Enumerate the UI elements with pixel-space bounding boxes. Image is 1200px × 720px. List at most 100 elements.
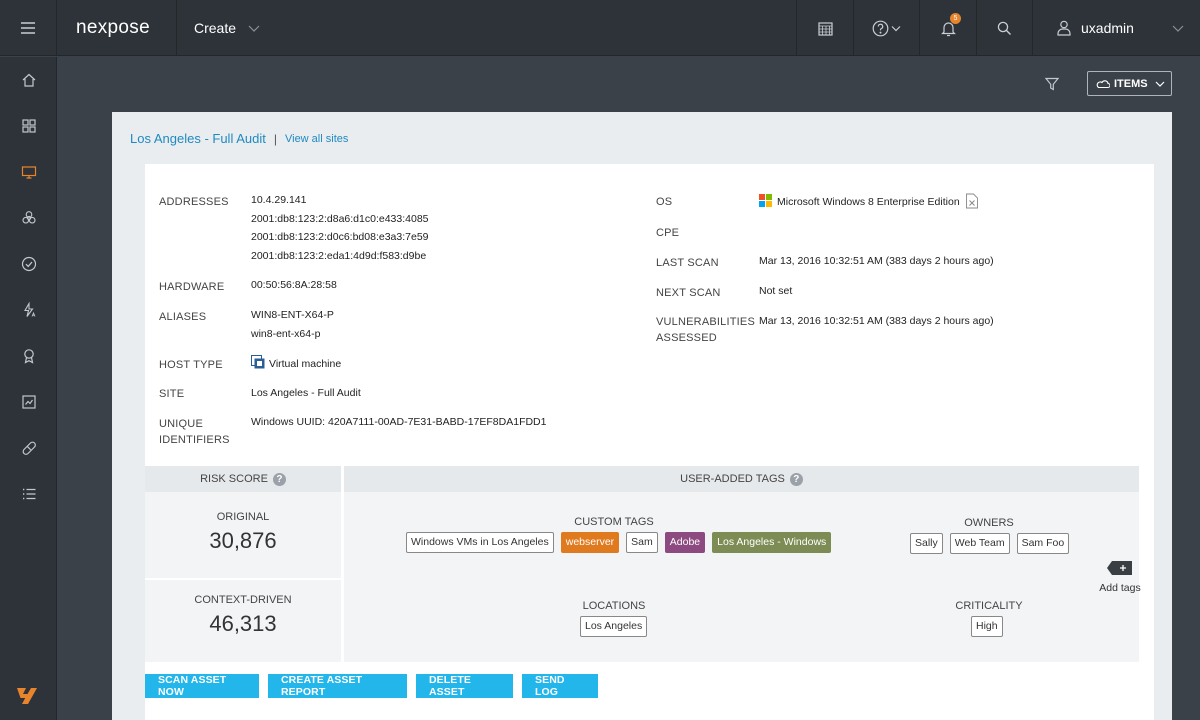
send-log-button[interactable]: SEND LOG: [522, 674, 598, 698]
help-icon[interactable]: ?: [790, 473, 803, 486]
asset-details-card: ADDRESSES 10.4.29.141 2001:db8:123:2:d8a…: [145, 164, 1154, 720]
breadcrumb-separator: |: [274, 132, 277, 146]
owner-tag[interactable]: Sam Foo: [1017, 533, 1070, 554]
sidebar-item-reports[interactable]: [0, 382, 57, 422]
tag-item[interactable]: Los Angeles - Windows: [712, 532, 831, 553]
aliases-value: WIN8-ENT-X64-P win8-ent-x64-p: [251, 306, 334, 343]
breadcrumb-site-link[interactable]: Los Angeles - Full Audit: [130, 131, 266, 146]
tag-item[interactable]: Windows VMs in Los Angeles: [406, 532, 554, 553]
username: uxadmin: [1081, 20, 1134, 36]
vulnerabilities-assessed-value: Mar 13, 2016 10:32:51 AM (383 days 2 hou…: [759, 312, 994, 331]
cpe-label: CPE: [656, 225, 679, 241]
hardware-label: HARDWARE: [159, 279, 224, 295]
unique-identifiers-value: Windows UUID: 420A7111-00AD-7E31-BABD-17…: [251, 413, 546, 432]
vuln-label-line: ASSESSED: [656, 330, 755, 346]
home-icon: [21, 72, 37, 88]
items-label: ITEMS: [1114, 78, 1148, 90]
os-value: Microsoft Windows 8 Enterprise Edition: [759, 193, 979, 212]
app-logo[interactable]: nexpose: [76, 17, 150, 39]
list-icon: [21, 486, 37, 502]
next-scan-value: Not set: [759, 282, 792, 301]
help-menu[interactable]: [853, 0, 919, 56]
host-type-value: Virtual machine: [251, 355, 341, 374]
location-tag[interactable]: Los Angeles: [580, 616, 647, 637]
sidebar-item-goals[interactable]: [0, 336, 57, 376]
original-risk-score: 30,876: [145, 528, 341, 554]
chevron-down-icon: [1155, 81, 1165, 87]
menu-button[interactable]: [0, 0, 57, 56]
tag-item[interactable]: Sam: [626, 532, 658, 553]
owners-label: OWNERS: [934, 517, 1044, 529]
addresses-label: ADDRESSES: [159, 194, 229, 210]
risk-and-tags-grid: RISK SCORE ? ORIGINAL 30,876 CONTEXT-DRI…: [145, 466, 1139, 662]
address-item: 2001:db8:123:2:eda1:4d9d:f583:d9be: [251, 247, 429, 266]
sidebar-item-home[interactable]: [0, 60, 57, 100]
calendar-button[interactable]: [796, 0, 853, 56]
tag-item[interactable]: webserver: [561, 532, 619, 553]
context-risk-score: 46,313: [145, 611, 341, 637]
user-tags-heading: USER-ADDED TAGS: [680, 473, 785, 485]
criticality-list: High: [971, 616, 1003, 637]
hamburger-icon: [20, 21, 36, 35]
chevron-down-icon: [891, 25, 901, 32]
last-scan-value: Mar 13, 2016 10:32:51 AM (383 days 2 hou…: [759, 252, 994, 271]
unique-label-line: IDENTIFIERS: [159, 432, 230, 448]
monitor-icon: [21, 164, 37, 180]
site-label: SITE: [159, 386, 184, 402]
sidebar-item-assets[interactable]: [0, 152, 57, 192]
create-label: Create: [194, 20, 236, 36]
notification-badge: 5: [950, 13, 961, 24]
create-menu[interactable]: Create: [176, 0, 276, 56]
alias-item: win8-ent-x64-p: [251, 325, 334, 344]
custom-tags-list: Windows VMs in Los Angeles webserver Sam…: [406, 532, 831, 553]
address-item: 2001:db8:123:2:d0c6:bd08:e3a3:7e59: [251, 228, 429, 247]
owners-list: Sally Web Team Sam Foo: [910, 533, 1069, 554]
risk-score-section: RISK SCORE ? ORIGINAL 30,876 CONTEXT-DRI…: [145, 466, 341, 662]
next-scan-label: NEXT SCAN: [656, 285, 721, 301]
sidebar-item-dashboard[interactable]: [0, 106, 57, 146]
user-tags-section: USER-ADDED TAGS ? CUSTOM TAGS Windows VM…: [344, 466, 1139, 662]
view-all-sites-link[interactable]: View all sites: [285, 133, 348, 145]
host-type-label: HOST TYPE: [159, 357, 223, 373]
owner-tag[interactable]: Web Team: [950, 533, 1010, 554]
notifications-button[interactable]: 5: [919, 0, 976, 56]
unique-identifiers-label: UNIQUE IDENTIFIERS: [159, 416, 230, 448]
filter-icon[interactable]: [1044, 76, 1060, 92]
tag-item[interactable]: Adobe: [665, 532, 705, 553]
calendar-icon: [818, 21, 833, 36]
locations-label: LOCATIONS: [544, 600, 684, 612]
asset-panel: Los Angeles - Full Audit | View all site…: [112, 112, 1172, 720]
asset-actions: SCAN ASSET NOW CREATE ASSET REPORT DELET…: [145, 674, 598, 698]
locations-list: Los Angeles: [580, 616, 647, 637]
sidebar-item-tickets[interactable]: [0, 428, 57, 468]
help-icon[interactable]: ?: [273, 473, 286, 486]
dashboard-icon: [21, 118, 37, 134]
owner-tag[interactable]: Sally: [910, 533, 943, 554]
host-type-text: Virtual machine: [269, 358, 341, 370]
delete-asset-button[interactable]: DELETE ASSET: [416, 674, 513, 698]
user-icon: [1057, 20, 1071, 36]
pill-icon: [21, 440, 37, 456]
criticality-tag[interactable]: High: [971, 616, 1003, 637]
items-dropdown[interactable]: ITEMS: [1087, 71, 1172, 96]
context-risk-label: CONTEXT-DRIVEN: [145, 594, 341, 606]
search-button[interactable]: [976, 0, 1032, 56]
remove-fingerprint-icon[interactable]: [965, 193, 979, 209]
create-asset-report-button[interactable]: CREATE ASSET REPORT: [268, 674, 407, 698]
sidebar-item-automation[interactable]: [0, 290, 57, 330]
vulnerabilities-assessed-label: VULNERABILITIES ASSESSED: [656, 314, 755, 346]
custom-tags-label: CUSTOM TAGS: [544, 516, 684, 528]
hardware-value: 00:50:56:8A:28:58: [251, 276, 337, 295]
site-value[interactable]: Los Angeles - Full Audit: [251, 384, 361, 403]
sidebar-item-vulnerabilities[interactable]: [0, 198, 57, 238]
scan-asset-now-button[interactable]: SCAN ASSET NOW: [145, 674, 259, 698]
sidebar-item-administration[interactable]: [0, 474, 57, 514]
user-menu[interactable]: uxadmin: [1032, 0, 1200, 56]
biohazard-icon: [21, 210, 37, 226]
os-label: OS: [656, 194, 672, 210]
add-tags-button[interactable]: Add tags: [1097, 560, 1143, 594]
sidebar-item-policies[interactable]: [0, 244, 57, 284]
windows-logo-icon: [759, 194, 772, 207]
chevron-down-icon: [248, 25, 260, 32]
risk-score-header: RISK SCORE ?: [145, 466, 341, 492]
